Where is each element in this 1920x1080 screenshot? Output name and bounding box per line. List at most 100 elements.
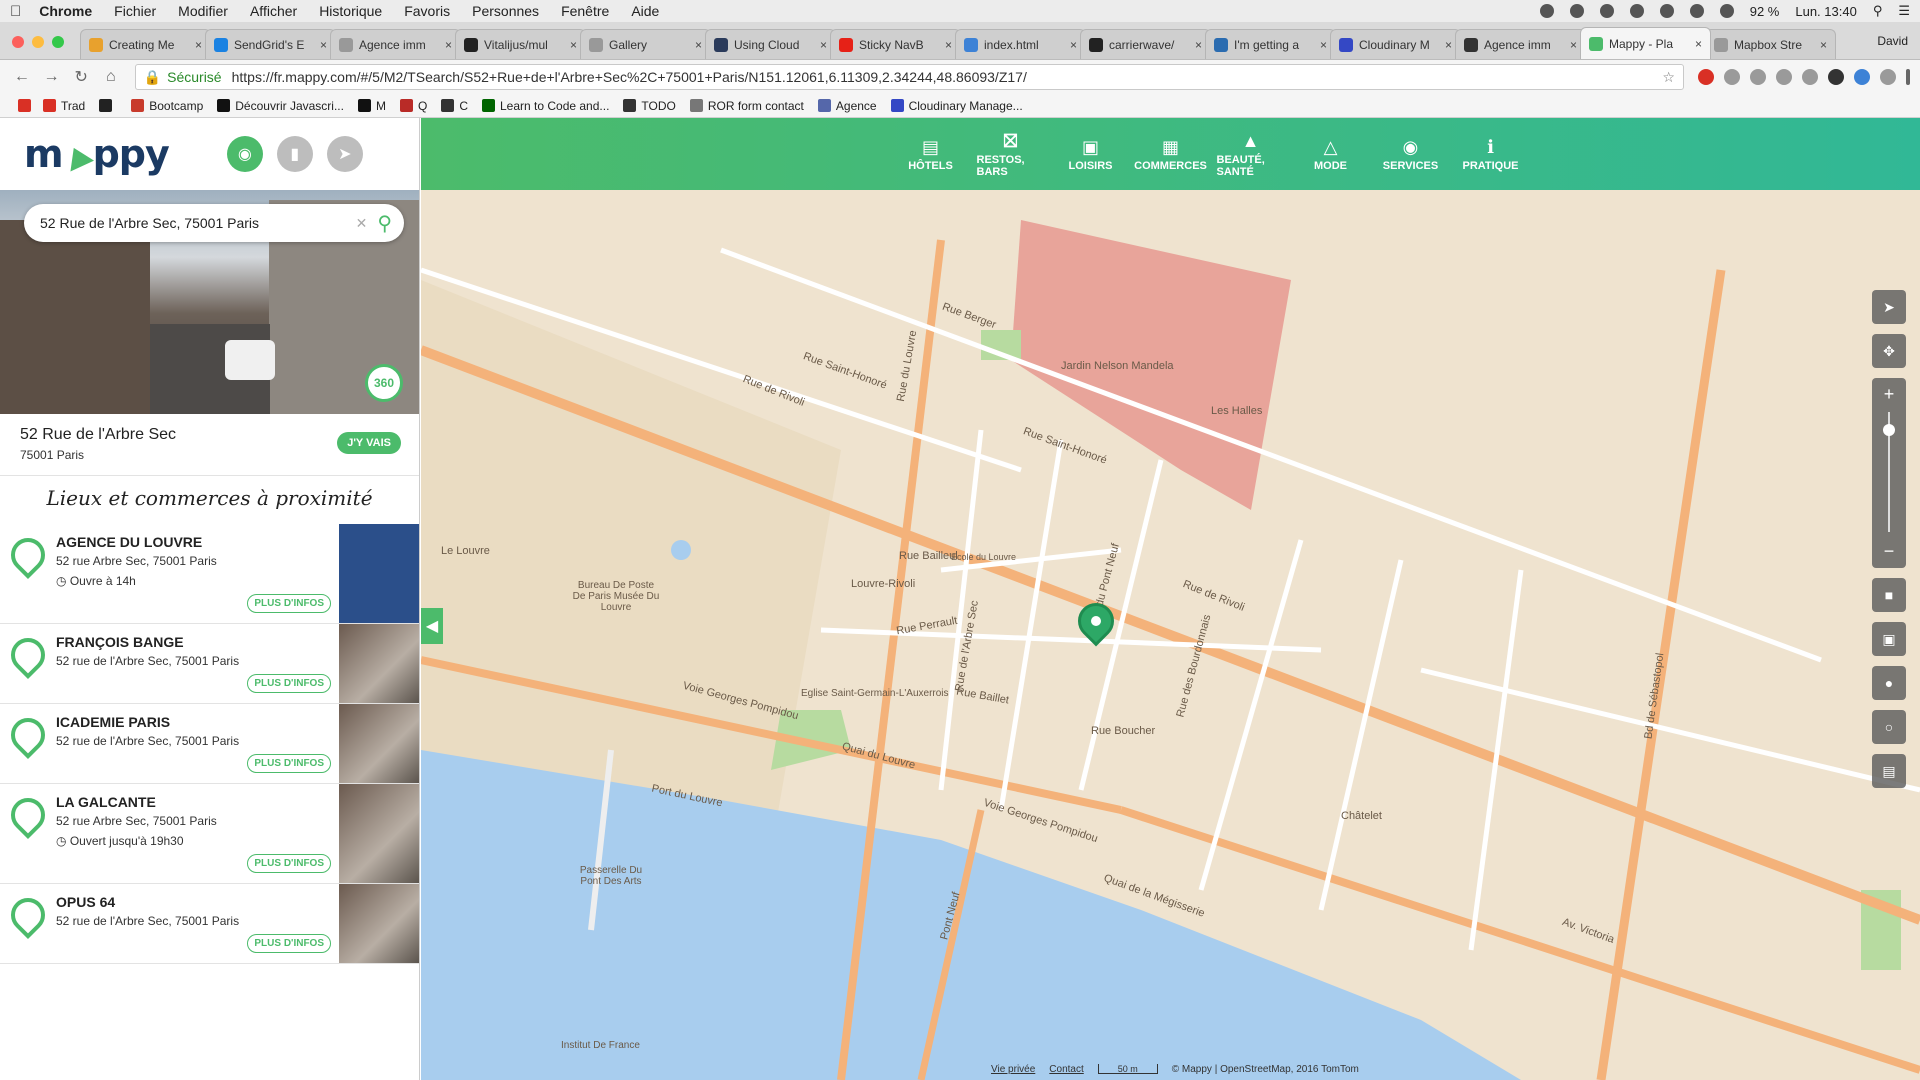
bookmark-item[interactable] bbox=[99, 99, 117, 113]
maximize-window-icon[interactable] bbox=[52, 36, 64, 48]
contact-link[interactable]: Contact bbox=[1049, 1064, 1083, 1075]
poi-item[interactable]: ICADEMIE PARIS 52 rue de l'Arbre Sec, 75… bbox=[0, 704, 419, 784]
extension-icon[interactable] bbox=[1723, 69, 1740, 85]
category-hotels[interactable]: ▤ HÔTELS bbox=[897, 137, 965, 172]
bluetooth-icon[interactable] bbox=[1689, 4, 1704, 18]
bookmark-item[interactable]: ROR form contact bbox=[689, 99, 804, 113]
time-machine-icon[interactable] bbox=[1659, 4, 1674, 18]
reload-icon[interactable]: ↻ bbox=[69, 67, 93, 87]
apple-icon[interactable]:  bbox=[10, 3, 21, 20]
print-icon[interactable]: ▤ bbox=[1872, 754, 1906, 788]
browser-tab[interactable]: Using Cloud × bbox=[705, 29, 836, 59]
clear-search-icon[interactable]: ✕ bbox=[356, 215, 368, 232]
bookmark-item[interactable]: Découvrir Javascri... bbox=[217, 99, 344, 113]
browser-tab[interactable]: SendGrid's E × bbox=[205, 29, 336, 59]
bookmark-star-icon[interactable]: ☆ bbox=[1662, 69, 1675, 86]
menu-modifier[interactable]: Modifier bbox=[178, 3, 228, 19]
browser-tab[interactable]: Cloudinary M × bbox=[1330, 29, 1461, 59]
browser-tab[interactable]: carrierwave/ × bbox=[1080, 29, 1211, 59]
browser-tab[interactable]: Agence imm × bbox=[1455, 29, 1586, 59]
browser-tab[interactable]: Sticky NavB × bbox=[830, 29, 961, 59]
category-leisure[interactable]: ▣ LOISIRS bbox=[1057, 137, 1125, 172]
forward-icon[interactable]: → bbox=[40, 68, 64, 86]
share-icon[interactable]: ○ bbox=[1872, 710, 1906, 744]
close-tab-icon[interactable]: × bbox=[570, 38, 577, 52]
category-restaurants[interactable]: ⛝ RESTOS, BARS bbox=[977, 131, 1045, 178]
menu-historique[interactable]: Historique bbox=[319, 3, 382, 19]
bookmark-item[interactable]: TODO bbox=[623, 99, 676, 113]
browser-tab[interactable]: Gallery × bbox=[580, 29, 711, 59]
battery-percent[interactable]: 92 % bbox=[1750, 4, 1780, 19]
menu-fenetre[interactable]: Fenêtre bbox=[561, 3, 609, 19]
locate-me-icon[interactable]: ➤ bbox=[1872, 290, 1906, 324]
poi-name[interactable]: FRANÇOIS BANGE bbox=[56, 634, 339, 650]
close-tab-icon[interactable]: × bbox=[1070, 38, 1077, 52]
bookmark-item[interactable]: Trad bbox=[43, 99, 85, 113]
bookmark-item[interactable]: C bbox=[441, 99, 468, 113]
extension-icon[interactable] bbox=[1697, 69, 1714, 85]
search-icon[interactable]: ⚲ bbox=[377, 211, 392, 236]
poi-thumbnail[interactable] bbox=[339, 624, 419, 703]
poi-thumbnail[interactable] bbox=[339, 784, 419, 883]
bike-icon[interactable]: ● bbox=[1872, 666, 1906, 700]
category-beauty-health[interactable]: ▲ BEAUTÉ, SANTÉ bbox=[1217, 131, 1285, 178]
browser-tab[interactable]: Creating Me × bbox=[80, 29, 211, 59]
close-tab-icon[interactable]: × bbox=[1570, 38, 1577, 52]
browser-tab[interactable]: index.html × bbox=[955, 29, 1086, 59]
more-info-button[interactable]: PLUS D'INFOS bbox=[247, 674, 331, 693]
extension-icon[interactable] bbox=[1879, 69, 1896, 85]
map-pin-mode-icon[interactable]: ◉ bbox=[226, 136, 263, 172]
clock[interactable]: Lun. 13:40 bbox=[1795, 4, 1856, 19]
back-icon[interactable]: ← bbox=[10, 68, 34, 86]
more-info-button[interactable]: PLUS D'INFOS bbox=[247, 594, 331, 613]
zoom-in-icon[interactable]: + bbox=[1872, 384, 1906, 405]
compass-icon[interactable]: ✥ bbox=[1872, 334, 1906, 368]
display-icon[interactable] bbox=[1629, 4, 1644, 18]
extension-icon[interactable] bbox=[1749, 69, 1766, 85]
extension-icon[interactable] bbox=[1827, 69, 1844, 85]
poi-item[interactable]: LA GALCANTE 52 rue Arbre Sec, 75001 Pari… bbox=[0, 784, 419, 884]
more-info-button[interactable]: PLUS D'INFOS bbox=[247, 934, 331, 953]
extension-icon[interactable] bbox=[1853, 69, 1870, 85]
close-tab-icon[interactable]: × bbox=[1695, 37, 1702, 51]
route-mode-icon[interactable]: ➤ bbox=[326, 136, 363, 172]
minimize-window-icon[interactable] bbox=[32, 36, 44, 48]
menu-afficher[interactable]: Afficher bbox=[250, 3, 297, 19]
more-info-button[interactable]: PLUS D'INFOS bbox=[247, 854, 331, 873]
poi-item[interactable]: AGENCE DU LOUVRE 52 rue Arbre Sec, 75001… bbox=[0, 524, 419, 624]
transport-mode-icon[interactable]: ▮ bbox=[276, 136, 313, 172]
poi-thumbnail[interactable] bbox=[339, 704, 419, 783]
poi-item[interactable]: OPUS 64 52 rue de l'Arbre Sec, 75001 Par… bbox=[0, 884, 419, 964]
go-there-button[interactable]: J'Y VAIS bbox=[337, 432, 401, 454]
poi-thumbnail[interactable] bbox=[339, 884, 419, 963]
chrome-menu-icon[interactable] bbox=[1905, 69, 1910, 85]
category-services[interactable]: ◉ SERVICES bbox=[1377, 137, 1445, 172]
view-360-button[interactable]: 360 bbox=[365, 364, 403, 402]
search-input[interactable] bbox=[40, 215, 356, 231]
spotlight-icon[interactable]: ⚲ bbox=[1873, 3, 1883, 19]
browser-tab[interactable]: Mapbox Stre × bbox=[1705, 29, 1836, 59]
close-tab-icon[interactable]: × bbox=[195, 38, 202, 52]
category-fashion[interactable]: △ MODE bbox=[1297, 137, 1365, 172]
poi-thumbnail[interactable] bbox=[339, 524, 419, 623]
browser-tab[interactable]: Vitalijus/mul × bbox=[455, 29, 586, 59]
traffic-car-icon[interactable]: ■ bbox=[1872, 578, 1906, 612]
menu-personnes[interactable]: Personnes bbox=[472, 3, 539, 19]
close-tab-icon[interactable]: × bbox=[1820, 38, 1827, 52]
poi-item[interactable]: FRANÇOIS BANGE 52 rue de l'Arbre Sec, 75… bbox=[0, 624, 419, 704]
profile-name[interactable]: David bbox=[1877, 34, 1908, 48]
poi-name[interactable]: LA GALCANTE bbox=[56, 794, 339, 810]
bookmark-item[interactable]: Q bbox=[399, 99, 427, 113]
menu-favoris[interactable]: Favoris bbox=[404, 3, 450, 19]
browser-tab[interactable]: I'm getting a × bbox=[1205, 29, 1336, 59]
wifi-icon[interactable] bbox=[1719, 4, 1734, 18]
transit-icon[interactable]: ▣ bbox=[1872, 622, 1906, 656]
cloud-icon[interactable] bbox=[1569, 4, 1584, 18]
sync-icon[interactable] bbox=[1539, 4, 1554, 18]
bookmark-item[interactable]: Agence bbox=[817, 99, 877, 113]
bookmark-gmail[interactable] bbox=[18, 99, 31, 112]
poi-name[interactable]: ICADEMIE PARIS bbox=[56, 714, 339, 730]
url-text[interactable]: https://fr.mappy.com/#/5/M2/TSearch/S52+… bbox=[232, 69, 1027, 85]
zoom-handle[interactable] bbox=[1883, 424, 1895, 436]
close-tab-icon[interactable]: × bbox=[1320, 38, 1327, 52]
